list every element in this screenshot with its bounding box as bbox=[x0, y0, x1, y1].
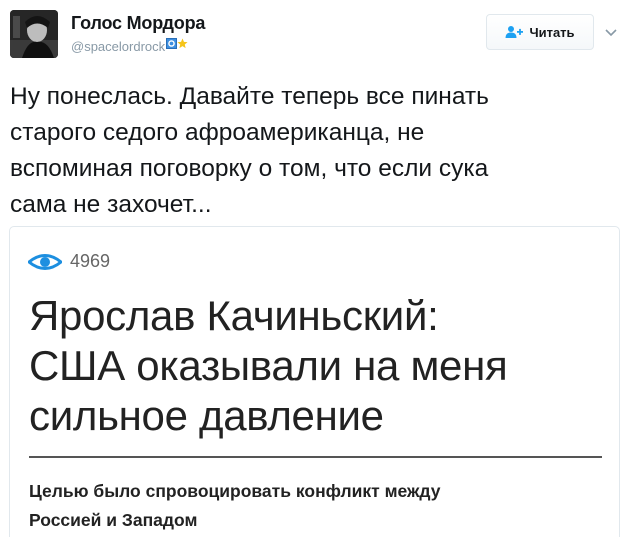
badges bbox=[166, 37, 188, 49]
blue-square-badge-icon bbox=[166, 37, 178, 49]
views-count: 4969 bbox=[70, 251, 111, 271]
card-divider bbox=[29, 456, 602, 458]
follow-button[interactable]: Читать bbox=[486, 14, 594, 50]
follow-label: Читать bbox=[529, 24, 575, 40]
views-row: 4969 bbox=[28, 251, 110, 272]
chevron-down-icon[interactable] bbox=[604, 27, 618, 37]
tweet: Голос Мордора @spacelordrock Читать Ну п… bbox=[0, 0, 629, 537]
eye-icon bbox=[28, 253, 62, 270]
avatar-image bbox=[10, 10, 58, 58]
author-handle[interactable]: @spacelordrock bbox=[71, 39, 165, 54]
author-name[interactable]: Голос Мордора bbox=[71, 13, 205, 34]
card-lead: Целью было спровоцировать конфликт между… bbox=[29, 481, 441, 530]
link-card[interactable]: 4969 Ярослав Качиньский: США оказывали н… bbox=[9, 226, 620, 537]
author-handle-row: @spacelordrock bbox=[71, 37, 188, 54]
add-user-icon bbox=[505, 26, 524, 38]
card-headline[interactable]: Ярослав Качиньский: США оказывали на мен… bbox=[29, 291, 609, 441]
avatar[interactable] bbox=[10, 10, 58, 58]
star-badge-icon bbox=[177, 37, 188, 48]
tweet-text: Ну понеслась. Давайте теперь все пинать … bbox=[10, 83, 489, 218]
